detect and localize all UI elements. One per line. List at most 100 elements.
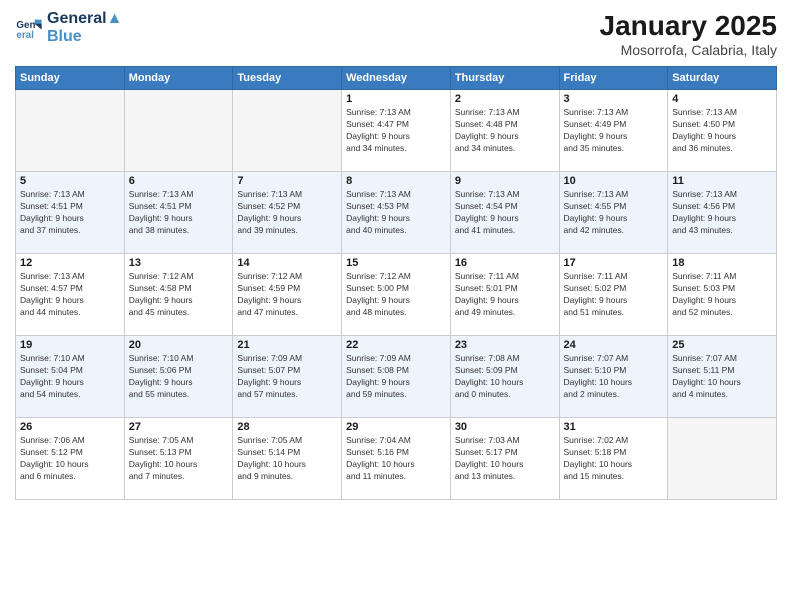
logo: Gen eral General▲ Blue bbox=[15, 10, 122, 45]
day-details: Sunrise: 7:10 AM Sunset: 5:04 PM Dayligh… bbox=[20, 353, 120, 401]
day-details: Sunrise: 7:13 AM Sunset: 4:57 PM Dayligh… bbox=[20, 271, 120, 319]
day-number: 12 bbox=[20, 257, 120, 269]
table-row: 26 Sunrise: 7:06 AM Sunset: 5:12 PM Dayli… bbox=[16, 418, 125, 500]
table-row: 17Sunrise: 7:11 AM Sunset: 5:02 PM Dayli… bbox=[559, 254, 668, 336]
table-row: 7 Sunrise: 7:13 AM Sunset: 4:52 PM Daylig… bbox=[233, 172, 342, 254]
day-details: Sunrise: 7:13 AM Sunset: 4:48 PM Dayligh… bbox=[455, 107, 555, 155]
table-row bbox=[668, 418, 777, 500]
table-row: 30 Sunrise: 7:03 AM Sunset: 5:17 PM Dayli… bbox=[450, 418, 559, 500]
table-row: 5 Sunrise: 7:13 AM Sunset: 4:51 PM Daylig… bbox=[16, 172, 125, 254]
table-row: 19Sunrise: 7:10 AM Sunset: 5:04 PM Dayli… bbox=[16, 336, 125, 418]
day-details: Sunrise: 7:13 AM Sunset: 4:52 PM Dayligh… bbox=[237, 189, 337, 237]
day-number: 22 bbox=[346, 339, 446, 351]
day-number: 9 bbox=[455, 175, 555, 187]
table-row: 8 Sunrise: 7:13 AM Sunset: 4:53 PM Daylig… bbox=[342, 172, 451, 254]
table-row: 20Sunrise: 7:10 AM Sunset: 5:06 PM Dayli… bbox=[124, 336, 233, 418]
table-row bbox=[233, 90, 342, 172]
table-row: 18Sunrise: 7:11 AM Sunset: 5:03 PM Dayli… bbox=[668, 254, 777, 336]
logo-icon: Gen eral bbox=[15, 14, 43, 42]
table-row: 1 Sunrise: 7:13 AM Sunset: 4:47 PM Daylig… bbox=[342, 90, 451, 172]
day-details: Sunrise: 7:12 AM Sunset: 4:58 PM Dayligh… bbox=[129, 271, 229, 319]
day-details: Sunrise: 7:04 AM Sunset: 5:16 PM Dayligh… bbox=[346, 435, 446, 483]
day-details: Sunrise: 7:13 AM Sunset: 4:53 PM Dayligh… bbox=[346, 189, 446, 237]
table-row bbox=[16, 90, 125, 172]
table-row: 15 Sunrise: 7:12 AM Sunset: 5:00 PM Dayli… bbox=[342, 254, 451, 336]
logo-line2: Blue bbox=[47, 28, 122, 46]
calendar-row: 12 Sunrise: 7:13 AM Sunset: 4:57 PM Dayli… bbox=[16, 254, 777, 336]
day-details: Sunrise: 7:09 AM Sunset: 5:08 PM Dayligh… bbox=[346, 353, 446, 401]
table-row: 3Sunrise: 7:13 AM Sunset: 4:49 PM Daylig… bbox=[559, 90, 668, 172]
calendar-table: Sunday Monday Tuesday Wednesday Thursday… bbox=[15, 66, 777, 500]
calendar-row: 1 Sunrise: 7:13 AM Sunset: 4:47 PM Daylig… bbox=[16, 90, 777, 172]
day-details: Sunrise: 7:07 AM Sunset: 5:10 PM Dayligh… bbox=[564, 353, 664, 401]
day-details: Sunrise: 7:06 AM Sunset: 5:12 PM Dayligh… bbox=[20, 435, 120, 483]
day-details: Sunrise: 7:13 AM Sunset: 4:56 PM Dayligh… bbox=[672, 189, 772, 237]
day-details: Sunrise: 7:11 AM Sunset: 5:01 PM Dayligh… bbox=[455, 271, 555, 319]
day-details: Sunrise: 7:13 AM Sunset: 4:47 PM Dayligh… bbox=[346, 107, 446, 155]
svg-text:eral: eral bbox=[16, 29, 34, 40]
table-row: 4 Sunrise: 7:13 AM Sunset: 4:50 PM Daylig… bbox=[668, 90, 777, 172]
table-row: 27Sunrise: 7:05 AM Sunset: 5:13 PM Dayli… bbox=[124, 418, 233, 500]
col-thursday: Thursday bbox=[450, 67, 559, 90]
day-details: Sunrise: 7:11 AM Sunset: 5:03 PM Dayligh… bbox=[672, 271, 772, 319]
day-number: 23 bbox=[455, 339, 555, 351]
table-row: 14Sunrise: 7:12 AM Sunset: 4:59 PM Dayli… bbox=[233, 254, 342, 336]
day-number: 13 bbox=[129, 257, 229, 269]
day-details: Sunrise: 7:08 AM Sunset: 5:09 PM Dayligh… bbox=[455, 353, 555, 401]
day-details: Sunrise: 7:07 AM Sunset: 5:11 PM Dayligh… bbox=[672, 353, 772, 401]
table-row: 2 Sunrise: 7:13 AM Sunset: 4:48 PM Daylig… bbox=[450, 90, 559, 172]
day-number: 30 bbox=[455, 421, 555, 433]
calendar-row: 26 Sunrise: 7:06 AM Sunset: 5:12 PM Dayli… bbox=[16, 418, 777, 500]
table-row: 12 Sunrise: 7:13 AM Sunset: 4:57 PM Dayli… bbox=[16, 254, 125, 336]
day-number: 31 bbox=[564, 421, 664, 433]
day-number: 24 bbox=[564, 339, 664, 351]
day-number: 2 bbox=[455, 93, 555, 105]
day-number: 15 bbox=[346, 257, 446, 269]
day-number: 11 bbox=[672, 175, 772, 187]
col-tuesday: Tuesday bbox=[233, 67, 342, 90]
day-number: 4 bbox=[672, 93, 772, 105]
day-details: Sunrise: 7:12 AM Sunset: 5:00 PM Dayligh… bbox=[346, 271, 446, 319]
day-number: 26 bbox=[20, 421, 120, 433]
header: Gen eral General▲ Blue January 2025 Moso… bbox=[15, 10, 777, 58]
day-number: 21 bbox=[237, 339, 337, 351]
day-details: Sunrise: 7:05 AM Sunset: 5:14 PM Dayligh… bbox=[237, 435, 337, 483]
table-row: 11 Sunrise: 7:13 AM Sunset: 4:56 PM Dayli… bbox=[668, 172, 777, 254]
day-details: Sunrise: 7:09 AM Sunset: 5:07 PM Dayligh… bbox=[237, 353, 337, 401]
day-details: Sunrise: 7:12 AM Sunset: 4:59 PM Dayligh… bbox=[237, 271, 337, 319]
day-details: Sunrise: 7:13 AM Sunset: 4:49 PM Dayligh… bbox=[564, 107, 664, 155]
table-row: 13 Sunrise: 7:12 AM Sunset: 4:58 PM Dayli… bbox=[124, 254, 233, 336]
calendar-subtitle: Mosorrofa, Calabria, Italy bbox=[600, 42, 777, 58]
day-number: 7 bbox=[237, 175, 337, 187]
day-number: 5 bbox=[20, 175, 120, 187]
day-number: 8 bbox=[346, 175, 446, 187]
table-row: 10 Sunrise: 7:13 AM Sunset: 4:55 PM Dayli… bbox=[559, 172, 668, 254]
day-details: Sunrise: 7:13 AM Sunset: 4:50 PM Dayligh… bbox=[672, 107, 772, 155]
day-details: Sunrise: 7:02 AM Sunset: 5:18 PM Dayligh… bbox=[564, 435, 664, 483]
day-number: 16 bbox=[455, 257, 555, 269]
table-row: 21 Sunrise: 7:09 AM Sunset: 5:07 PM Dayli… bbox=[233, 336, 342, 418]
table-row: 31 Sunrise: 7:02 AM Sunset: 5:18 PM Dayli… bbox=[559, 418, 668, 500]
day-details: Sunrise: 7:10 AM Sunset: 5:06 PM Dayligh… bbox=[129, 353, 229, 401]
day-details: Sunrise: 7:13 AM Sunset: 4:55 PM Dayligh… bbox=[564, 189, 664, 237]
col-friday: Friday bbox=[559, 67, 668, 90]
table-row: 24 Sunrise: 7:07 AM Sunset: 5:10 PM Dayli… bbox=[559, 336, 668, 418]
calendar-title: January 2025 bbox=[600, 10, 777, 42]
day-details: Sunrise: 7:13 AM Sunset: 4:51 PM Dayligh… bbox=[20, 189, 120, 237]
table-row: 29Sunrise: 7:04 AM Sunset: 5:16 PM Dayli… bbox=[342, 418, 451, 500]
calendar-row: 19Sunrise: 7:10 AM Sunset: 5:04 PM Dayli… bbox=[16, 336, 777, 418]
title-area: January 2025 Mosorrofa, Calabria, Italy bbox=[600, 10, 777, 58]
day-number: 1 bbox=[346, 93, 446, 105]
logo-line1: General▲ bbox=[47, 10, 122, 28]
col-monday: Monday bbox=[124, 67, 233, 90]
calendar-page: Gen eral General▲ Blue January 2025 Moso… bbox=[0, 0, 792, 612]
day-number: 10 bbox=[564, 175, 664, 187]
table-row: 22 Sunrise: 7:09 AM Sunset: 5:08 PM Dayli… bbox=[342, 336, 451, 418]
day-details: Sunrise: 7:05 AM Sunset: 5:13 PM Dayligh… bbox=[129, 435, 229, 483]
day-number: 28 bbox=[237, 421, 337, 433]
table-row: 9 Sunrise: 7:13 AM Sunset: 4:54 PM Daylig… bbox=[450, 172, 559, 254]
table-row: 16 Sunrise: 7:11 AM Sunset: 5:01 PM Dayli… bbox=[450, 254, 559, 336]
day-number: 17 bbox=[564, 257, 664, 269]
day-details: Sunrise: 7:03 AM Sunset: 5:17 PM Dayligh… bbox=[455, 435, 555, 483]
day-details: Sunrise: 7:13 AM Sunset: 4:54 PM Dayligh… bbox=[455, 189, 555, 237]
